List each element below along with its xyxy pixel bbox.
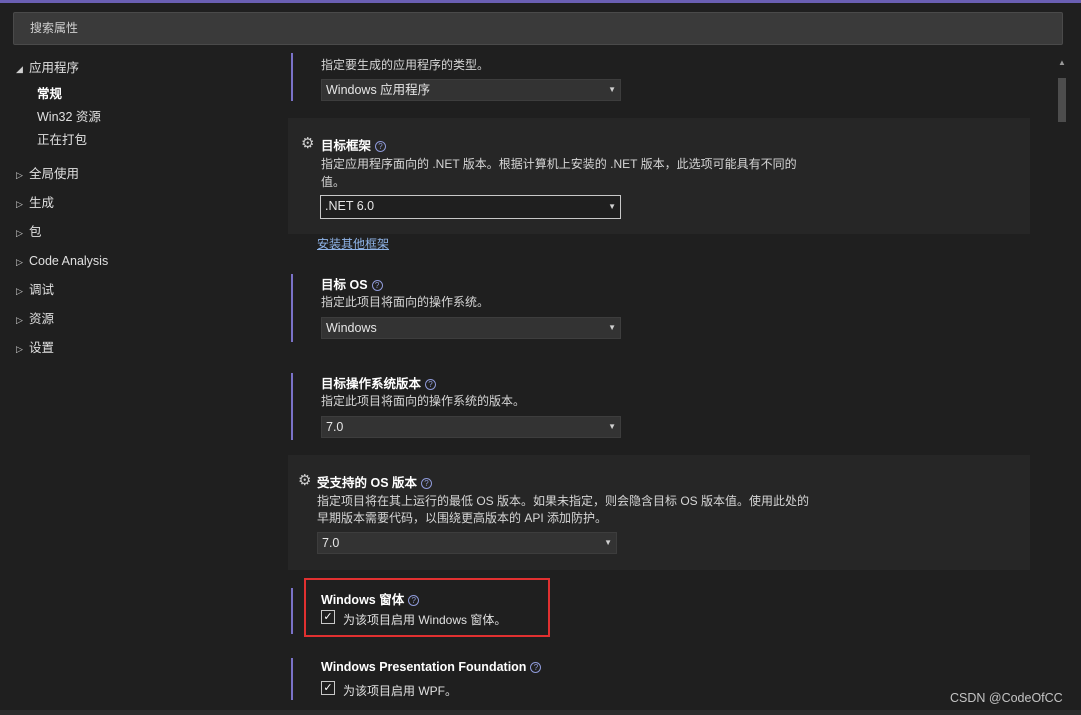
gear-icon: ⚙ (298, 472, 312, 489)
target-os-dropdown[interactable]: Windows ▼ (321, 317, 621, 339)
help-icon[interactable]: ? (371, 280, 383, 291)
sidebar-group-label: 资源 (29, 312, 55, 326)
chevron-down-icon: ▼ (608, 85, 616, 94)
help-icon[interactable]: ? (530, 662, 542, 673)
collapsed-arrow-icon: ▷ (16, 344, 23, 354)
sidebar-group-label: 设置 (29, 341, 55, 355)
title-text: 目标 OS (321, 278, 368, 292)
sidebar-group-application[interactable]: ◢ 应用程序 (16, 57, 79, 79)
section-accent-bar (291, 53, 293, 101)
help-icon[interactable]: ? (421, 478, 433, 489)
sidebar-group-label: 调试 (29, 283, 55, 297)
sidebar-item-win32-resources[interactable]: Win32 资源 (37, 106, 101, 128)
sidebar-group-label: 应用程序 (29, 61, 80, 75)
chevron-down-icon: ▼ (608, 422, 616, 431)
collapsed-arrow-icon: ▷ (16, 315, 23, 325)
supported-os-version-dropdown[interactable]: 7.0 ▼ (317, 532, 617, 554)
sidebar-item-packaging[interactable]: 正在打包 (37, 129, 87, 151)
wpf-checkbox[interactable]: ✓ (321, 681, 335, 695)
title-text: Windows Presentation Foundation (321, 660, 527, 674)
supported-os-version-title: 受支持的 OS 版本? (317, 472, 433, 491)
wpf-checkbox-label[interactable]: 为该项目启用 WPF。 (343, 682, 457, 699)
wpf-title: Windows Presentation Foundation? (321, 660, 542, 674)
collapsed-arrow-icon: ▷ (16, 257, 23, 267)
target-os-version-title: 目标操作系统版本? (321, 373, 437, 392)
properties-content: 指定要生成的应用程序的类型。 Windows 应用程序 ▼ ⚙ 目标框架? 指定… (288, 50, 1053, 700)
gear-icon: ⚙ (301, 135, 315, 152)
target-framework-description-line2: 值。 (321, 175, 346, 189)
watermark: CSDN @CodeOfCC (950, 691, 1063, 705)
target-framework-dropdown[interactable]: .NET 6.0 ▼ (320, 195, 621, 219)
dropdown-value: .NET 6.0 (325, 199, 375, 213)
title-text: 目标框架 (321, 139, 372, 153)
target-os-version-description: 指定此项目将面向的操作系统的版本。 (321, 394, 526, 408)
window-bottom-edge (0, 710, 1081, 715)
collapsed-arrow-icon: ▷ (16, 228, 23, 238)
help-icon[interactable]: ? (375, 141, 387, 152)
sidebar-group-global-usings[interactable]: ▷ 全局使用 (16, 163, 79, 185)
section-accent-bar (291, 588, 293, 634)
section-output-type: 指定要生成的应用程序的类型。 Windows 应用程序 ▼ (288, 50, 1030, 110)
sidebar-item-general[interactable]: 常规 (37, 83, 62, 105)
chevron-down-icon: ▼ (608, 202, 616, 211)
section-target-framework: ⚙ 目标框架? 指定应用程序面向的 .NET 版本。根据计算机上安装的 .NET… (288, 118, 1030, 234)
target-framework-description-line1: 指定应用程序面向的 .NET 版本。根据计算机上安装的 .NET 版本，此选项可… (321, 157, 797, 171)
supported-os-version-description-line1: 指定项目将在其上运行的最低 OS 版本。如果未指定，则会隐含目标 OS 版本值。… (317, 494, 810, 508)
output-type-description: 指定要生成的应用程序的类型。 (321, 58, 490, 72)
collapsed-arrow-icon: ▷ (16, 170, 23, 180)
sidebar-group-build[interactable]: ▷ 生成 (16, 192, 54, 214)
section-wpf: Windows Presentation Foundation? ✓ 为该项目启… (288, 652, 1030, 700)
target-os-title: 目标 OS? (321, 274, 383, 293)
sidebar-group-label: 全局使用 (29, 167, 80, 181)
section-target-os-version: 目标操作系统版本? 指定此项目将面向的操作系统的版本。 7.0 ▼ (288, 368, 1030, 448)
section-target-os: 目标 OS? 指定此项目将面向的操作系统。 Windows ▼ (288, 268, 1030, 348)
highlight-box (304, 578, 550, 637)
supported-os-version-description-line2: 早期版本需要代码，以围绕更高版本的 API 添加防护。 (317, 511, 608, 525)
chevron-down-icon: ▼ (604, 538, 612, 547)
sidebar-group-code-analysis[interactable]: ▷ Code Analysis (16, 250, 108, 272)
dropdown-value: Windows (326, 321, 377, 335)
target-os-description: 指定此项目将面向的操作系统。 (321, 295, 490, 309)
dropdown-value: 7.0 (326, 420, 344, 434)
title-text: 目标操作系统版本 (321, 377, 422, 391)
search-box[interactable] (13, 12, 1063, 45)
help-icon[interactable]: ? (425, 379, 437, 390)
sidebar-group-package[interactable]: ▷ 包 (16, 221, 42, 243)
collapsed-arrow-icon: ▷ (16, 286, 23, 296)
search-input[interactable] (28, 20, 1048, 36)
scrollbar-thumb[interactable] (1058, 78, 1066, 122)
sidebar-group-settings[interactable]: ▷ 设置 (16, 337, 54, 359)
section-accent-bar (291, 274, 293, 342)
sidebar-group-resources[interactable]: ▷ 资源 (16, 308, 54, 330)
dropdown-value: Windows 应用程序 (326, 83, 431, 97)
expanded-arrow-icon: ◢ (16, 64, 23, 74)
section-accent-bar (291, 373, 293, 440)
sidebar-group-debug[interactable]: ▷ 调试 (16, 279, 54, 301)
sidebar-group-label: 包 (29, 225, 42, 239)
target-framework-title: 目标框架? (321, 135, 387, 154)
section-supported-os-version: ⚙ 受支持的 OS 版本? 指定项目将在其上运行的最低 OS 版本。如果未指定，… (288, 455, 1030, 570)
scroll-up-icon[interactable]: ▲ (1058, 58, 1066, 67)
chevron-down-icon: ▼ (608, 323, 616, 332)
install-other-frameworks-link[interactable]: 安装其他框架 (317, 235, 389, 252)
title-text: 受支持的 OS 版本 (317, 476, 418, 490)
output-type-dropdown[interactable]: Windows 应用程序 ▼ (321, 79, 621, 101)
sidebar-group-label: 生成 (29, 196, 55, 210)
collapsed-arrow-icon: ▷ (16, 199, 23, 209)
window-top-accent (0, 0, 1081, 3)
target-os-version-dropdown[interactable]: 7.0 ▼ (321, 416, 621, 438)
section-accent-bar (291, 658, 293, 700)
sidebar-group-label: Code Analysis (29, 254, 109, 268)
dropdown-value: 7.0 (322, 536, 340, 550)
vertical-scrollbar[interactable] (1055, 55, 1069, 705)
